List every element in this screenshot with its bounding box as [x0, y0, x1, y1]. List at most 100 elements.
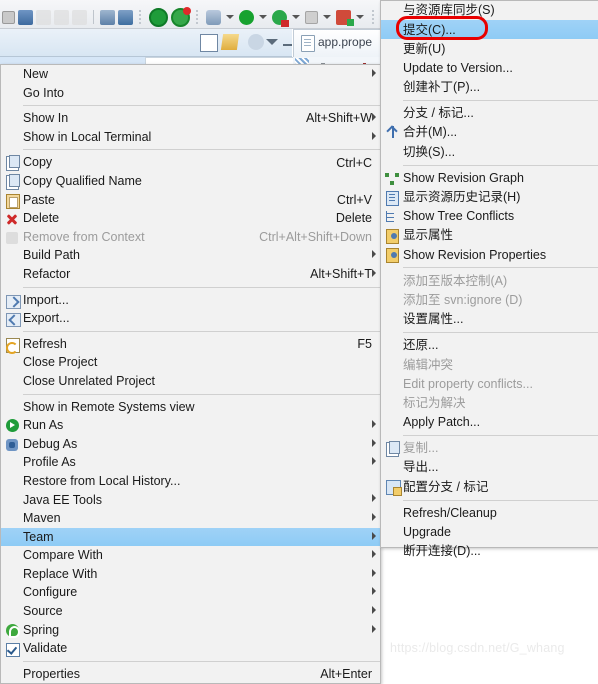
- menu-item-显示属性[interactable]: 显示属性: [381, 226, 598, 245]
- new-java-class-icon[interactable]: [100, 9, 115, 25]
- menu-item-export[interactable]: Export...: [1, 309, 380, 328]
- run-dropdown-caret[interactable]: [259, 15, 267, 19]
- menu-separator: [23, 660, 380, 662]
- progress-icon[interactable]: [171, 6, 191, 27]
- menu-item-label: 编辑冲突: [403, 357, 454, 372]
- external-tools-icon[interactable]: [206, 9, 221, 25]
- menu-item-run-as[interactable]: Run As: [1, 416, 380, 435]
- submenu-arrow-icon: [372, 494, 376, 503]
- watermark-text: https://blog.csdn.net/G_whang: [390, 641, 565, 655]
- menu-item-显示资源历史记录-h[interactable]: 显示资源历史记录(H): [381, 188, 598, 207]
- terminate-icon[interactable]: [305, 10, 318, 24]
- menu-item-team[interactable]: Team: [1, 527, 380, 547]
- stop-icon[interactable]: [2, 10, 15, 24]
- terminate-dropdown-caret[interactable]: [323, 15, 331, 19]
- menu-item-shortcut: Alt+Shift+W: [306, 111, 372, 126]
- file-icon: [301, 35, 315, 52]
- menu-item-profile-as[interactable]: Profile As: [1, 453, 380, 472]
- menu-item-shortcut: Ctrl+Alt+Shift+Down: [259, 230, 372, 245]
- menu-item-show-tree-conflicts[interactable]: Show Tree Conflicts: [381, 207, 598, 226]
- debug-icon[interactable]: [272, 9, 289, 27]
- project-context-menu[interactable]: New Go Into Show In Alt+Shift+W Show in Loca…: [0, 64, 381, 684]
- step-over-icon[interactable]: [54, 9, 69, 25]
- menu-item-spring[interactable]: Spring: [1, 621, 380, 640]
- menu-item-设置属性[interactable]: 设置属性...: [381, 310, 598, 329]
- menu-item-导出[interactable]: 导出...: [381, 458, 598, 477]
- menu-item-提交-c[interactable]: 提交(C)...: [381, 20, 598, 40]
- menu-item-show-in[interactable]: Show In Alt+Shift+W: [1, 109, 380, 128]
- new-java-package-icon[interactable]: [118, 9, 133, 25]
- menu-item-java-ee-tools[interactable]: Java EE Tools: [1, 490, 380, 509]
- menu-item-go-into[interactable]: Go Into: [1, 84, 380, 103]
- menu-item-close-project[interactable]: Close Project: [1, 353, 380, 372]
- menu-item-new[interactable]: New: [1, 65, 380, 84]
- menu-item-copy[interactable]: Copy Ctrl+C: [1, 153, 380, 172]
- menu-item-validate[interactable]: Validate: [1, 639, 380, 658]
- menu-item-copy-qualified-name[interactable]: Copy Qualified Name: [1, 172, 380, 191]
- debug-step-icon[interactable]: [18, 9, 33, 25]
- server-dropdown-caret[interactable]: [356, 15, 364, 19]
- external-tools-dropdown-caret[interactable]: [226, 15, 234, 19]
- submenu-arrow-icon: [372, 250, 376, 259]
- menu-item-show-in-local-terminal[interactable]: Show in Local Terminal: [1, 128, 380, 147]
- menu-item-compare-with[interactable]: Compare With: [1, 546, 380, 565]
- menu-item-还原[interactable]: 还原...: [381, 336, 598, 355]
- menu-item-show-revision-graph[interactable]: Show Revision Graph: [381, 169, 598, 188]
- view-menu-icon[interactable]: [248, 34, 264, 50]
- chevron-down-icon[interactable]: [266, 39, 278, 45]
- menu-item-创建补丁-p[interactable]: 创建补丁(P)...: [381, 78, 598, 97]
- menu-separator: [403, 99, 598, 101]
- menu-item-delete[interactable]: Delete Delete: [1, 209, 380, 228]
- menu-item-apply-patch[interactable]: Apply Patch...: [381, 413, 598, 432]
- menu-item-upgrade[interactable]: Upgrade: [381, 523, 598, 542]
- menu-separator: [403, 267, 598, 269]
- link-with-editor-icon[interactable]: [220, 34, 240, 50]
- menu-item-添加至版本控制-a: 添加至版本控制(A): [381, 271, 598, 290]
- menu-item-断开连接-d[interactable]: 断开连接(D)...: [381, 542, 598, 561]
- step-return-icon[interactable]: [36, 9, 51, 25]
- menu-item-label: Update to Version...: [403, 60, 513, 75]
- server-icon[interactable]: [336, 9, 354, 26]
- menu-item-maven[interactable]: Maven: [1, 509, 380, 528]
- menu-item-replace-with[interactable]: Replace With: [1, 565, 380, 584]
- menu-item-refresh-cleanup[interactable]: Refresh/Cleanup: [381, 504, 598, 523]
- menu-item-build-path[interactable]: Build Path: [1, 246, 380, 265]
- run-icon[interactable]: [239, 9, 254, 25]
- menu-item-label: 切换(S)...: [403, 144, 456, 159]
- copy-icon: [384, 440, 400, 457]
- open-type-icon[interactable]: [149, 7, 168, 27]
- menu-item-label: Debug As: [23, 436, 78, 451]
- menu-separator: [23, 330, 380, 332]
- menu-item-配置分支-标记[interactable]: 配置分支 / 标记: [381, 477, 598, 497]
- menu-item-label: Replace With: [23, 566, 98, 581]
- menu-item-show-revision-properties[interactable]: Show Revision Properties: [381, 245, 598, 264]
- menu-item-paste[interactable]: Paste Ctrl+V: [1, 191, 380, 210]
- menu-item-close-unrelated-project[interactable]: Close Unrelated Project: [1, 372, 380, 391]
- team-submenu[interactable]: 与资源库同步(S) 提交(C)... 更新(U) Update to Version.…: [380, 0, 598, 557]
- menu-item-分支-标记[interactable]: 分支 / 标记...: [381, 104, 598, 123]
- menu-item-label: 复制...: [403, 441, 439, 456]
- menu-item-restore-from-local-history[interactable]: Restore from Local History...: [1, 472, 380, 491]
- project-explorer-toolbar[interactable]: [0, 29, 292, 57]
- menu-item-debug-as[interactable]: Debug As: [1, 435, 380, 454]
- menu-item-label: Run As: [23, 418, 64, 433]
- menu-item-与资源库同步-s[interactable]: 与资源库同步(S): [381, 1, 598, 20]
- menu-item-refactor[interactable]: Refactor Alt+Shift+T: [1, 265, 380, 284]
- menu-item-更新-u[interactable]: 更新(U): [381, 39, 598, 58]
- menu-item-configure[interactable]: Configure: [1, 583, 380, 602]
- menu-item-show-in-remote-systems-view[interactable]: Show in Remote Systems view: [1, 398, 380, 417]
- menu-item-label: 与资源库同步(S): [403, 3, 495, 18]
- menu-item-import[interactable]: Import...: [1, 291, 380, 310]
- step-into-icon[interactable]: [72, 9, 87, 25]
- collapse-all-icon[interactable]: [200, 34, 218, 52]
- menu-item-refresh[interactable]: Refresh F5: [1, 335, 380, 354]
- menu-item-update-to-version[interactable]: Update to Version...: [381, 59, 598, 78]
- menu-item-切换-s[interactable]: 切换(S)...: [381, 142, 598, 161]
- debug-dropdown-caret[interactable]: [292, 15, 300, 19]
- menu-item-properties[interactable]: Properties Alt+Enter: [1, 665, 380, 684]
- menu-item-label: Refactor: [23, 266, 71, 281]
- menu-item-label: 标记为解决: [403, 395, 466, 410]
- menu-item-source[interactable]: Source: [1, 602, 380, 621]
- minimize-icon[interactable]: [283, 41, 292, 46]
- menu-item-合并-m[interactable]: 合并(M)...: [381, 123, 598, 142]
